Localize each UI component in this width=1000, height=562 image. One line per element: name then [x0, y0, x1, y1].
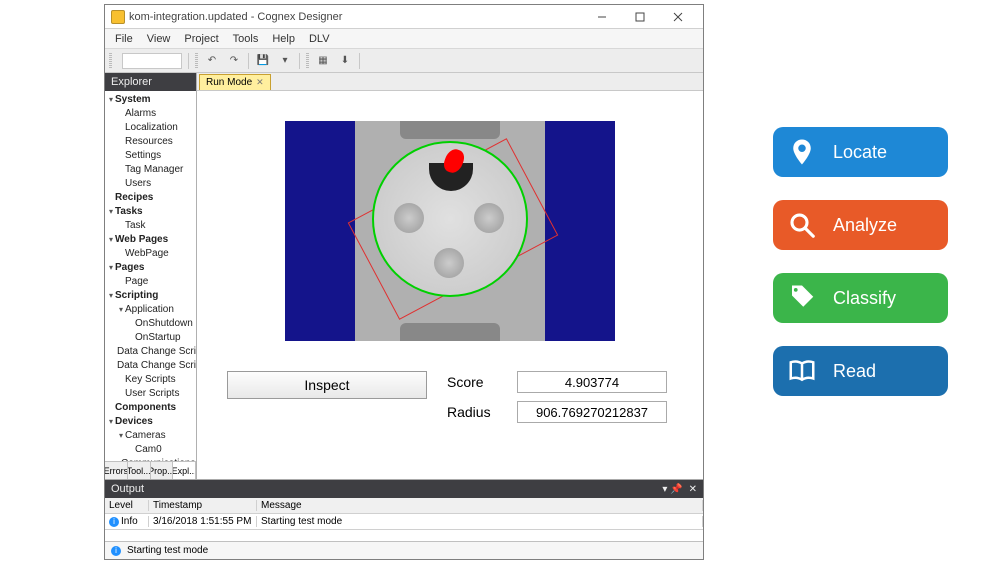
undo-icon[interactable]: ↶ — [204, 53, 220, 69]
tree-node[interactable]: Cam0 — [105, 443, 196, 457]
tree-node[interactable]: ▾Tasks — [105, 205, 196, 219]
redo-icon[interactable]: ↷ — [226, 53, 242, 69]
tag-icon — [787, 283, 817, 313]
explorer-tab[interactable]: Expl... — [173, 462, 196, 479]
menu-file[interactable]: File — [109, 31, 139, 47]
tree-node[interactable]: Alarms — [105, 107, 196, 121]
app-icon — [111, 10, 125, 24]
pill-read[interactable]: Read — [773, 346, 948, 396]
tree-node[interactable]: WebPage — [105, 247, 196, 261]
tree-node[interactable]: Recipes — [105, 191, 196, 205]
tree-node[interactable]: ▾Cameras — [105, 429, 196, 443]
explorer-tab[interactable]: Tool... — [128, 462, 151, 479]
close-tab-icon[interactable]: ✕ — [256, 77, 264, 88]
radius-label: Radius — [447, 404, 507, 420]
tree-node[interactable]: ▾Web Pages — [105, 233, 196, 247]
feature-pills: Locate Analyze Classify Read — [773, 127, 948, 396]
output-row[interactable]: iInfo 3/16/2018 1:51:55 PM Starting test… — [105, 514, 703, 530]
toolbar: ↶ ↷ 💾 ▾ ▦ ⬇ — [105, 49, 703, 73]
menu-dlv[interactable]: DLV — [303, 31, 336, 47]
menu-view[interactable]: View — [141, 31, 177, 47]
subdial — [434, 248, 464, 278]
tree-node[interactable]: ▾System — [105, 93, 196, 107]
toolbar-grip[interactable] — [109, 53, 112, 69]
subdial — [474, 203, 504, 233]
tree-node[interactable]: ▾Devices — [105, 415, 196, 429]
tree-node[interactable]: ▾Scripting — [105, 289, 196, 303]
tab-label: Run Mode — [206, 77, 252, 88]
tree-node[interactable]: OnShutdown — [105, 317, 196, 331]
subdial — [394, 203, 424, 233]
explorer-tab[interactable]: Errors — [105, 462, 128, 479]
output-panel: Output ▾ 📌 ✕ Level Timestamp Message iIn… — [105, 479, 703, 541]
toolbar-grip[interactable] — [195, 53, 198, 69]
download-icon[interactable]: ⬇ — [337, 53, 353, 69]
magnify-icon — [787, 210, 817, 240]
minimize-button[interactable] — [583, 7, 621, 27]
pill-locate[interactable]: Locate — [773, 127, 948, 177]
tree-node[interactable]: Data Change Scripts — [105, 345, 196, 359]
maximize-button[interactable] — [621, 7, 659, 27]
tree-node[interactable]: Components — [105, 401, 196, 415]
tree-node[interactable]: Task — [105, 219, 196, 233]
tree-node[interactable]: Settings — [105, 149, 196, 163]
tree-node[interactable]: Localization — [105, 121, 196, 135]
app-window: kom-integration.updated - Cognex Designe… — [104, 4, 704, 560]
output-header: Output ▾ 📌 ✕ — [105, 480, 703, 498]
pill-analyze[interactable]: Analyze — [773, 200, 948, 250]
info-icon: i — [111, 546, 121, 556]
close-button[interactable] — [659, 7, 697, 27]
info-icon: i — [109, 517, 119, 527]
document-tabs: Run Mode ✕ — [197, 73, 703, 91]
tree-node[interactable]: User Scripts — [105, 387, 196, 401]
tree-node[interactable]: Data Change Scripts (Web) — [105, 359, 196, 373]
explorer-tab-strip: ErrorsTool...Prop...Expl... — [105, 461, 196, 479]
pin-icon — [787, 137, 817, 167]
pill-label: Locate — [833, 142, 887, 163]
dropdown-icon[interactable]: ▾ — [277, 53, 293, 69]
menu-help[interactable]: Help — [266, 31, 301, 47]
pill-label: Analyze — [833, 215, 897, 236]
tree-node[interactable]: ▾Pages — [105, 261, 196, 275]
tree-node[interactable]: ▾Application — [105, 303, 196, 317]
pin-icon[interactable]: ▾ 📌 — [662, 484, 682, 495]
status-bar: i Starting test mode — [105, 541, 703, 559]
run-mode-canvas: Inspect Score 4.903774 Radius 906.769270… — [197, 91, 703, 479]
status-text: Starting test mode — [127, 545, 208, 556]
tab-run-mode[interactable]: Run Mode ✕ — [199, 74, 271, 90]
tree-node[interactable]: Resources — [105, 135, 196, 149]
radius-value: 906.769270212837 — [517, 401, 667, 423]
explorer-tree[interactable]: ▾System Alarms Localization Resources Se… — [105, 91, 196, 461]
inspect-button[interactable]: Inspect — [227, 371, 427, 399]
explorer-panel: Explorer ▾System Alarms Localization Res… — [105, 73, 197, 479]
pill-label: Read — [833, 361, 876, 382]
window-title: kom-integration.updated - Cognex Designe… — [129, 11, 583, 23]
explorer-tab[interactable]: Prop... — [151, 462, 174, 479]
tree-node[interactable]: Page — [105, 275, 196, 289]
menu-project[interactable]: Project — [178, 31, 224, 47]
build-icon[interactable]: ▦ — [315, 53, 331, 69]
output-grid[interactable]: Level Timestamp Message iInfo 3/16/2018 … — [105, 498, 703, 541]
tree-node[interactable]: OnStartup — [105, 331, 196, 345]
title-bar: kom-integration.updated - Cognex Designe… — [105, 5, 703, 29]
inspection-image[interactable] — [285, 121, 615, 341]
pill-classify[interactable]: Classify — [773, 273, 948, 323]
toolbar-grip[interactable] — [306, 53, 309, 69]
tree-node[interactable]: Users — [105, 177, 196, 191]
explorer-header: Explorer — [105, 73, 196, 91]
output-header-row: Level Timestamp Message — [105, 498, 703, 514]
menu-tools[interactable]: Tools — [227, 31, 265, 47]
tree-node[interactable]: Key Scripts — [105, 373, 196, 387]
score-value: 4.903774 — [517, 371, 667, 393]
close-panel-icon[interactable]: ✕ — [689, 484, 697, 495]
tree-node[interactable]: Tag Manager — [105, 163, 196, 177]
results-row: Inspect Score 4.903774 Radius 906.769270… — [217, 371, 683, 423]
score-label: Score — [447, 374, 507, 390]
save-icon[interactable]: 💾 — [255, 53, 271, 69]
menu-bar: File View Project Tools Help DLV — [105, 29, 703, 49]
toolbar-search[interactable] — [122, 53, 182, 69]
book-icon — [787, 356, 817, 386]
pill-label: Classify — [833, 288, 896, 309]
center-area: Run Mode ✕ Inspect — [197, 73, 703, 479]
